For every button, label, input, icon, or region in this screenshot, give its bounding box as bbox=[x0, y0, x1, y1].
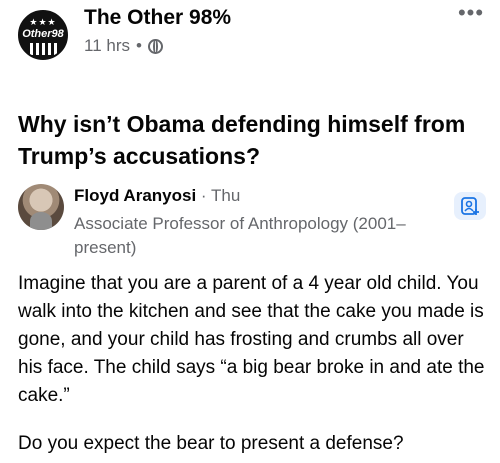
answer-date: · Thu bbox=[200, 186, 241, 205]
post-time[interactable]: 11 hrs bbox=[84, 36, 130, 56]
globe-icon bbox=[147, 38, 163, 54]
avatar-stars: ★★★ bbox=[29, 17, 57, 27]
follow-button[interactable] bbox=[454, 192, 486, 220]
page-avatar[interactable]: ★★★ Other98 bbox=[18, 10, 68, 60]
follow-person-icon bbox=[461, 197, 479, 215]
question-title: Why isn’t Obama defending himself from T… bbox=[18, 111, 466, 169]
author-name[interactable]: Floyd Aranyosi bbox=[74, 186, 196, 205]
author-line: Floyd Aranyosi · Thu bbox=[74, 186, 240, 206]
more-icon[interactable]: ••• bbox=[456, 2, 486, 28]
page-name[interactable]: The Other 98% bbox=[84, 6, 231, 30]
post-meta: 11 hrs • bbox=[84, 36, 163, 56]
author-avatar[interactable] bbox=[18, 184, 64, 230]
author-credential: Associate Professor of Anthropology (200… bbox=[74, 214, 406, 257]
meta-separator: • bbox=[136, 36, 142, 55]
answer-closing: Do you expect the bear to present a defe… bbox=[18, 433, 404, 454]
post-header: ★★★ Other98 The Other 98% 11 hrs • ••• bbox=[14, 2, 486, 66]
avatar-logo-text: Other98 bbox=[22, 28, 64, 40]
avatar-stripes bbox=[30, 43, 58, 55]
answer-body: Imagine that you are a parent of a 4 yea… bbox=[18, 273, 485, 406]
